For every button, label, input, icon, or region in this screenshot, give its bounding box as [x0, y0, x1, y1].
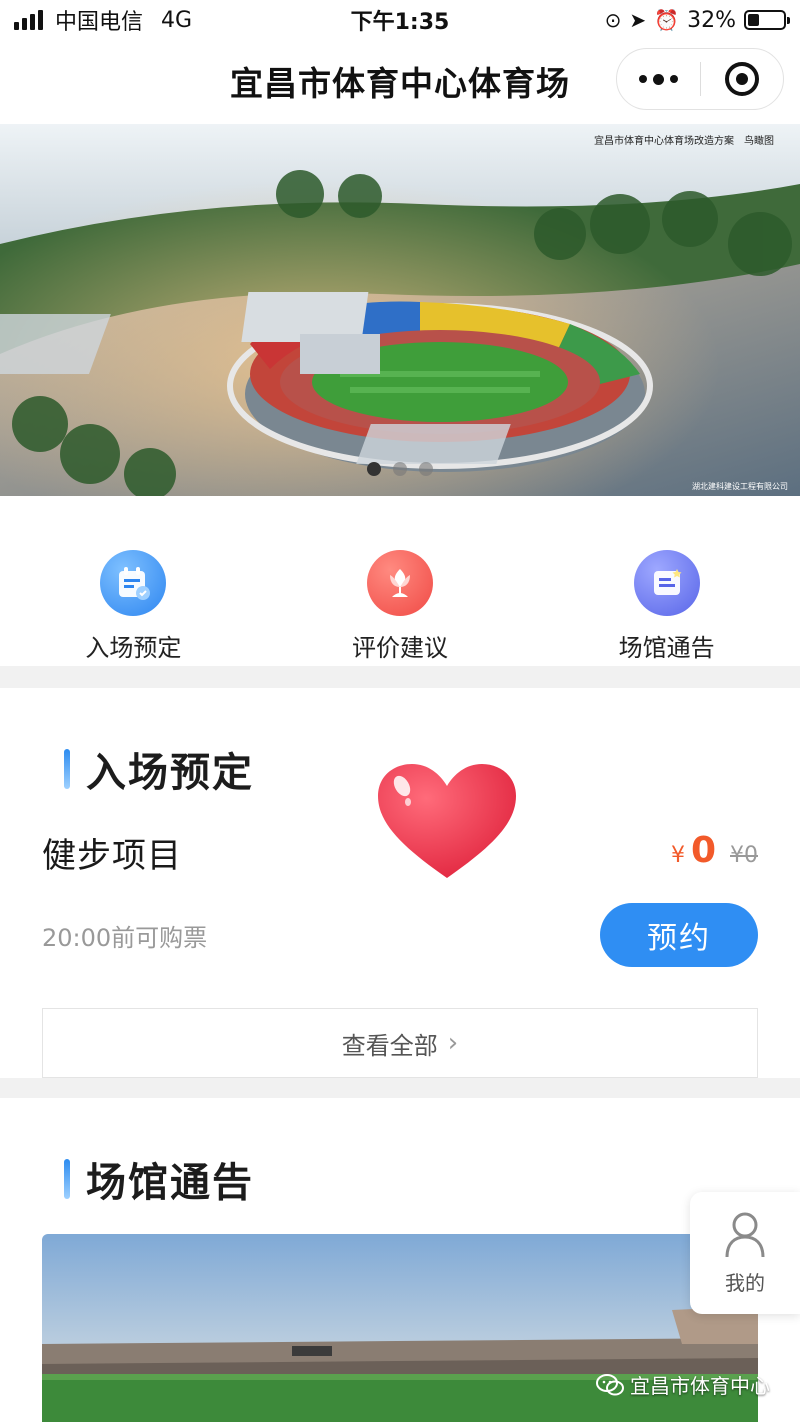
quick-menu-label: 评价建议 [351, 634, 448, 662]
book-button[interactable]: 预约 [600, 903, 758, 967]
status-bar: 中国电信 4G 下午1:35 ⊙ ➤ ⏰ 32% [0, 0, 800, 40]
view-all-label: 查看全部 [341, 1031, 438, 1060]
quick-menu-feedback[interactable]: 评价建议 [300, 550, 500, 663]
carousel-dot[interactable] [367, 462, 381, 476]
status-left: 中国电信 4G [14, 4, 192, 36]
purchase-deadline: 20:00前可购票 [42, 924, 208, 952]
more-dots-icon[interactable] [617, 49, 700, 109]
banner-credit: 湖北建科建设工程有限公司 [692, 482, 788, 491]
miniprogram-capsule [616, 48, 784, 110]
chevron-right-icon: › [447, 1028, 459, 1058]
view-all-button[interactable]: 查看全部 › [42, 1008, 758, 1078]
rotation-lock-icon: ⊙ [604, 8, 622, 32]
section-accent-bar [64, 1159, 70, 1199]
item-name: 健步项目 [42, 836, 182, 876]
carousel-dots[interactable] [0, 462, 800, 476]
nav-bar: 宜昌市体育中心体育场 [0, 40, 800, 122]
target-close-icon[interactable] [701, 49, 784, 109]
wechat-watermark: 宜昌市体育中心 [596, 1370, 770, 1399]
section-accent-bar [64, 749, 70, 789]
ticket-calendar-icon [100, 550, 167, 616]
quick-menu-notice[interactable]: 场馆通告 [567, 550, 767, 663]
original-price: ¥0 [730, 843, 758, 868]
quick-menu-label: 场馆通告 [618, 634, 715, 662]
carousel-dot[interactable] [419, 462, 433, 476]
quick-menu-label: 入场预定 [85, 634, 182, 662]
section-title: 场馆通告 [86, 1160, 254, 1206]
banner-carousel[interactable]: 宜昌市体育中心体育场改造方案 鸟瞰图 湖北建科建设工程有限公司 [0, 124, 800, 496]
my-label: 我的 [725, 1270, 765, 1295]
my-profile-button[interactable]: 我的 [690, 1192, 800, 1314]
section-divider [0, 1078, 800, 1098]
watermark-text: 宜昌市体育中心 [630, 1374, 770, 1398]
alarm-icon: ⏰ [654, 8, 680, 32]
person-icon [725, 1212, 765, 1257]
notice-section-header: 场馆通告 [64, 1150, 254, 1208]
page-title: 宜昌市体育中心体育场 [230, 64, 570, 103]
section-title: 入场预定 [86, 750, 254, 796]
battery-percent: 32% [687, 7, 736, 33]
current-price: 0 [690, 830, 716, 871]
wechat-icon [596, 1373, 624, 1395]
signal-icon [14, 10, 43, 30]
notice-board-icon [633, 550, 700, 616]
quick-menu: 入场预定 评价建议 场馆通告 [0, 496, 800, 666]
stadium-aerial-image [0, 124, 800, 496]
carousel-dot[interactable] [393, 462, 407, 476]
section-divider [0, 666, 800, 688]
currency-symbol: ¥ [670, 843, 685, 868]
flower-icon [366, 550, 433, 616]
location-arrow-icon: ➤ [629, 8, 647, 32]
booking-section-header: 入场预定 [64, 740, 254, 798]
status-right: ⊙ ➤ ⏰ 32% [604, 7, 790, 33]
battery-fill [748, 14, 759, 26]
heart-sticker-icon [378, 764, 516, 878]
battery-icon [744, 10, 790, 30]
banner-caption: 宜昌市体育中心体育场改造方案 鸟瞰图 [594, 136, 774, 147]
carrier-name: 中国电信 [55, 10, 144, 35]
price-group: ¥ 0 ¥0 [671, 830, 758, 871]
network-type: 4G [161, 7, 193, 33]
quick-menu-booking[interactable]: 入场预定 [33, 550, 233, 663]
